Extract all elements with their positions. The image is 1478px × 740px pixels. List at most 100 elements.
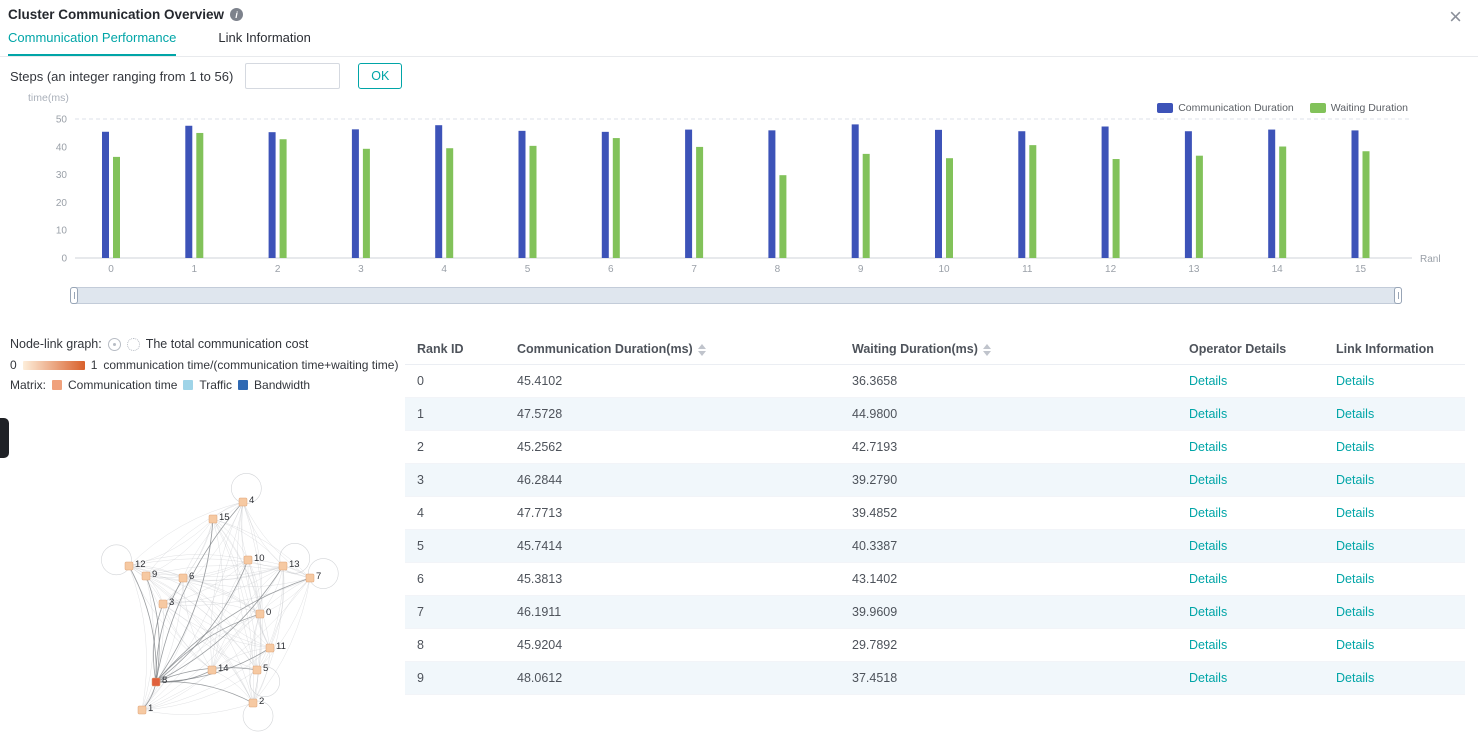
waiting-duration-cell: 43.1402 (840, 563, 1177, 596)
sort-icon[interactable] (983, 344, 991, 356)
column-header-rank-id: Rank ID (405, 334, 505, 365)
svg-text:3: 3 (169, 597, 174, 608)
rank-id-cell: 9 (405, 662, 505, 695)
table-row: 147.572844.9800DetailsDetails (405, 398, 1465, 431)
y-axis-label: time(ms) (28, 92, 69, 104)
dialog-header: Cluster Communication Overview i (8, 7, 243, 22)
svg-text:3: 3 (358, 264, 364, 275)
rank-id-cell: 8 (405, 629, 505, 662)
communication-bar-chart[interactable]: 010203040500123456789101112131415Rank ID (40, 106, 1440, 276)
gradient-max: 1 (91, 358, 98, 372)
communication-duration-cell: 45.7414 (505, 530, 840, 563)
svg-text:11: 11 (276, 641, 286, 652)
operator-details-link[interactable]: Details (1189, 506, 1227, 520)
column-label: Waiting Duration(ms) (852, 342, 978, 356)
svg-text:0: 0 (108, 264, 114, 275)
communication-duration-cell: 45.3813 (505, 563, 840, 596)
column-label: Operator Details (1189, 342, 1286, 356)
column-header-communication-duration-ms-[interactable]: Communication Duration(ms) (505, 334, 840, 365)
matrix-legend-row: Matrix: Communication time Traffic Bandw… (10, 378, 310, 392)
rank-id-cell: 7 (405, 596, 505, 629)
communication-duration-cell: 45.2562 (505, 431, 840, 464)
operator-details-cell: Details (1177, 662, 1324, 695)
force-layout-icon[interactable] (108, 338, 121, 351)
svg-text:40: 40 (56, 142, 68, 153)
panel-collapse-handle[interactable] (0, 418, 9, 458)
tab-bar: Communication Performance Link Informati… (0, 28, 1478, 57)
cluster-communication-dialog: Cluster Communication Overview i × Commu… (0, 0, 1478, 740)
column-header-link-information: Link Information (1324, 334, 1465, 365)
chart-scrollbar[interactable] (70, 287, 1402, 304)
table-row: 245.256242.7193DetailsDetails (405, 431, 1465, 464)
operator-details-link[interactable]: Details (1189, 374, 1227, 388)
link-information-link[interactable]: Details (1336, 572, 1374, 586)
tab-link-information[interactable]: Link Information (218, 28, 311, 56)
link-information-link[interactable]: Details (1336, 440, 1374, 454)
operator-details-link[interactable]: Details (1189, 572, 1227, 586)
column-header-waiting-duration-ms-[interactable]: Waiting Duration(ms) (840, 334, 1177, 365)
table-row: 447.771339.4852DetailsDetails (405, 497, 1465, 530)
svg-text:4: 4 (441, 264, 447, 275)
matrix-label: Matrix: (10, 378, 46, 392)
link-information-link[interactable]: Details (1336, 407, 1374, 421)
page-title: Cluster Communication Overview (8, 7, 224, 22)
operator-details-link[interactable]: Details (1189, 671, 1227, 685)
link-information-cell: Details (1324, 662, 1465, 695)
svg-text:1: 1 (192, 264, 198, 275)
svg-text:15: 15 (1355, 264, 1367, 275)
svg-text:12: 12 (135, 559, 146, 570)
close-icon[interactable]: × (1449, 6, 1462, 28)
circle-layout-icon[interactable] (127, 338, 140, 351)
rank-id-cell: 3 (405, 464, 505, 497)
link-information-link[interactable]: Details (1336, 605, 1374, 619)
operator-details-link[interactable]: Details (1189, 539, 1227, 553)
svg-text:0: 0 (61, 254, 67, 265)
link-information-link[interactable]: Details (1336, 374, 1374, 388)
info-icon[interactable]: i (230, 8, 243, 21)
svg-text:13: 13 (289, 559, 300, 570)
svg-text:2: 2 (259, 696, 264, 707)
gradient-caption: communication time/(communication time+w… (103, 358, 398, 372)
operator-details-link[interactable]: Details (1189, 440, 1227, 454)
link-information-link[interactable]: Details (1336, 671, 1374, 685)
steps-input[interactable] (245, 63, 340, 89)
link-information-link[interactable]: Details (1336, 638, 1374, 652)
steps-row: Steps (an integer ranging from 1 to 56) … (10, 63, 402, 89)
steps-label: Steps (an integer ranging from 1 to 56) (10, 69, 233, 84)
link-information-cell: Details (1324, 596, 1465, 629)
ok-button[interactable]: OK (358, 63, 402, 89)
column-label: Communication Duration(ms) (517, 342, 693, 356)
scrollbar-right-handle[interactable] (1394, 287, 1402, 304)
operator-details-link[interactable]: Details (1189, 407, 1227, 421)
tab-communication-performance[interactable]: Communication Performance (8, 28, 176, 56)
link-information-cell: Details (1324, 365, 1465, 398)
rank-id-cell: 4 (405, 497, 505, 530)
operator-details-cell: Details (1177, 398, 1324, 431)
scrollbar-left-handle[interactable] (70, 287, 78, 304)
table-row: 746.191139.9609DetailsDetails (405, 596, 1465, 629)
svg-text:8: 8 (775, 264, 781, 275)
communication-duration-cell: 45.9204 (505, 629, 840, 662)
operator-details-cell: Details (1177, 431, 1324, 464)
svg-text:9: 9 (152, 569, 157, 580)
column-label: Rank ID (417, 342, 464, 356)
operator-details-link[interactable]: Details (1189, 473, 1227, 487)
communication-duration-cell: 45.4102 (505, 365, 840, 398)
rank-table: Rank ID Communication Duration(ms) Waiting… (405, 334, 1465, 695)
rank-id-cell: 0 (405, 365, 505, 398)
table-row: 346.284439.2790DetailsDetails (405, 464, 1465, 497)
link-information-link[interactable]: Details (1336, 473, 1374, 487)
operator-details-link[interactable]: Details (1189, 638, 1227, 652)
operator-details-link[interactable]: Details (1189, 605, 1227, 619)
link-information-link[interactable]: Details (1336, 539, 1374, 553)
operator-details-cell: Details (1177, 629, 1324, 662)
gradient-bar (23, 361, 85, 370)
node-link-graph[interactable]: 0123456789101112131415 (55, 460, 355, 735)
waiting-duration-cell: 29.7892 (840, 629, 1177, 662)
sort-icon[interactable] (698, 344, 706, 356)
link-information-link[interactable]: Details (1336, 506, 1374, 520)
svg-text:4: 4 (249, 495, 254, 506)
communication-duration-cell: 46.1911 (505, 596, 840, 629)
svg-text:50: 50 (56, 115, 68, 126)
waiting-duration-cell: 39.2790 (840, 464, 1177, 497)
